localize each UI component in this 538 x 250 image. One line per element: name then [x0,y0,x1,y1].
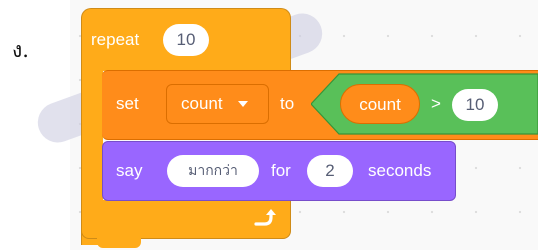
seconds-input[interactable]: 2 [307,155,353,187]
for-label: for [271,161,291,180]
repeat-count-input[interactable]: 10 [163,24,209,56]
seconds-label: seconds [368,161,432,180]
say-message-input[interactable]: มากกว่า [167,155,259,187]
greater-than-symbol: > [431,94,441,113]
compare-value-input[interactable]: 10 [452,89,498,121]
to-label: to [280,94,295,113]
variable-dropdown[interactable]: count [166,84,269,124]
say-label: say [116,161,143,180]
repeat-label: repeat [91,30,140,49]
set-label: set [116,94,139,113]
answer-option-label: ง. [12,38,29,62]
repeat-block-bottom-tab [97,236,141,248]
dropdown-caret-icon [238,101,248,107]
count-variable-reporter[interactable]: count [340,84,420,124]
loop-arrow-icon [254,209,276,226]
variable-name: count [181,94,223,113]
